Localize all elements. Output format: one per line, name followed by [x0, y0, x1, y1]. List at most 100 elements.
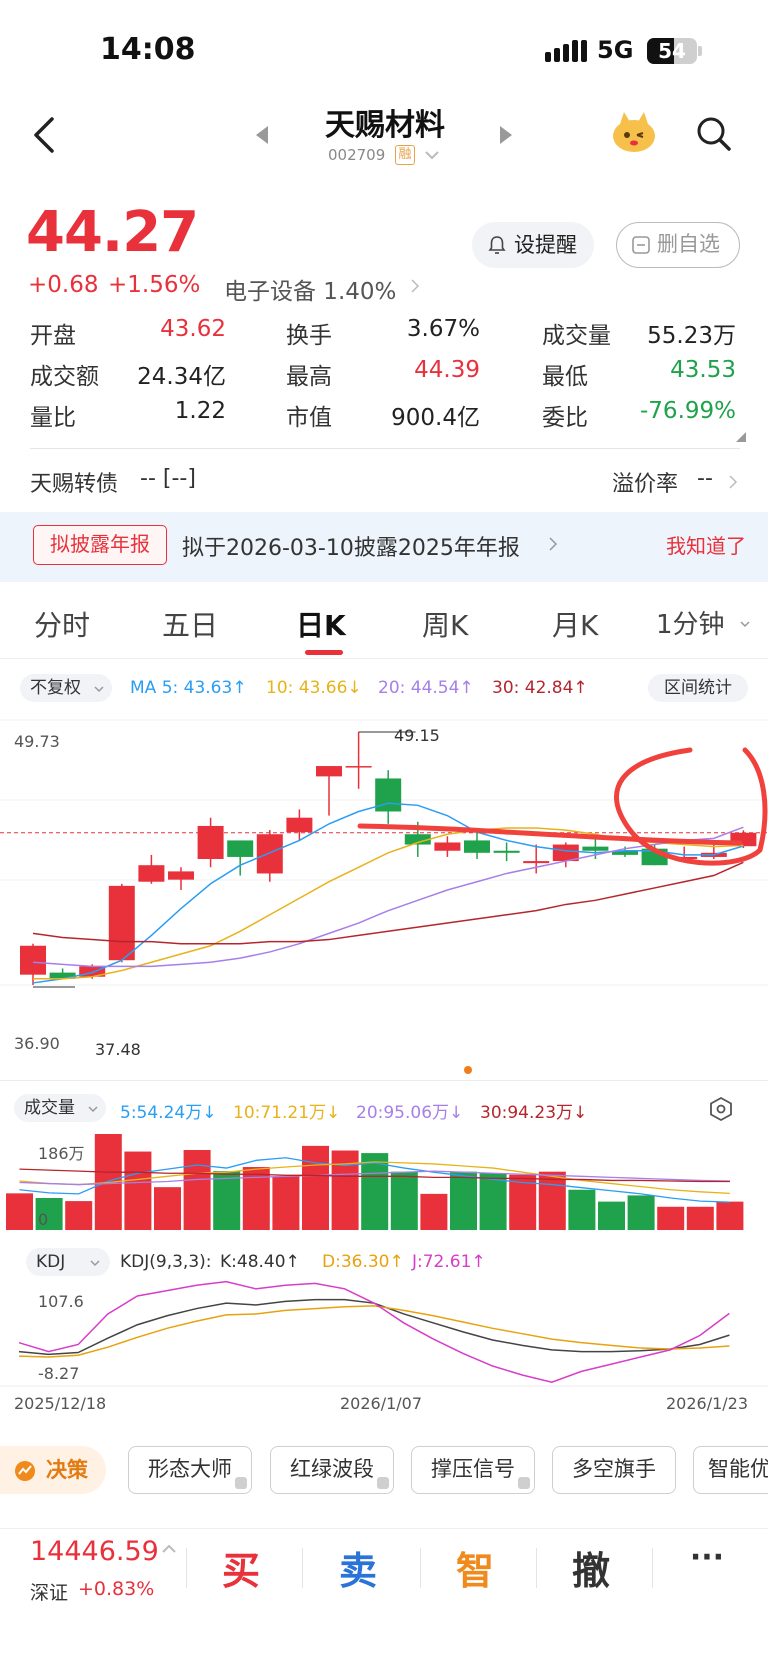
- candle-body: [434, 842, 461, 851]
- margin-badge: 融: [395, 145, 415, 165]
- volume-bar: [65, 1201, 93, 1230]
- stat-label: 最低: [542, 364, 588, 390]
- search-icon[interactable]: [696, 116, 732, 152]
- volume-bar: [213, 1171, 241, 1230]
- divider: [0, 1080, 768, 1081]
- candlestick-chart[interactable]: [0, 700, 768, 1070]
- y-axis-top-label: 49.73: [14, 732, 60, 751]
- smart-button[interactable]: 智: [440, 1540, 510, 1595]
- tool-long-short[interactable]: 多空旗手: [552, 1446, 676, 1494]
- vol-ma10-value: 10:71.21万↓: [233, 1103, 341, 1123]
- stat-label: 开盘: [30, 323, 76, 349]
- tool-pattern-master[interactable]: 形态大师: [128, 1446, 252, 1494]
- chevron-right-icon[interactable]: [728, 474, 738, 490]
- tab-intraday[interactable]: 分时: [34, 604, 90, 644]
- chevron-down-icon: [90, 1260, 100, 1267]
- kdj-j-value: J:72.61↑: [412, 1252, 486, 1272]
- lock-icon: [235, 1477, 247, 1489]
- tab-monthly-k[interactable]: 月K: [552, 604, 598, 644]
- battery-percent: 54: [658, 39, 686, 63]
- volume-bar: [450, 1171, 477, 1230]
- candle-body: [138, 865, 165, 882]
- stat-label: 成交额: [30, 364, 99, 390]
- stat-label: 换手: [286, 323, 332, 349]
- chevron-right-icon: [549, 537, 558, 551]
- tab-daily-k[interactable]: 日K: [296, 604, 346, 644]
- chevron-down-icon: [94, 686, 104, 693]
- stat-label: 委比: [542, 405, 588, 431]
- ma5-line: [32, 802, 744, 984]
- stat-value: 24.34亿: [137, 364, 226, 390]
- volume-bar: [657, 1206, 685, 1230]
- volume-y-top-label: 186万: [38, 1144, 85, 1163]
- candle-body: [345, 766, 372, 768]
- vol-ma5-value: 5:54.24万↓: [120, 1103, 217, 1123]
- tab-five-day[interactable]: 五日: [162, 604, 218, 644]
- volume-chart[interactable]: [0, 1130, 768, 1230]
- strategy-icon: [15, 1461, 35, 1481]
- tab-weekly-k[interactable]: 周K: [422, 604, 468, 644]
- divider: [652, 1548, 653, 1588]
- volume-bar: [479, 1173, 507, 1230]
- vol-ma30-value: 30:94.23万↓: [480, 1103, 588, 1123]
- volume-bar: [183, 1150, 211, 1230]
- vol-ma20-value: 20:95.06万↓: [356, 1103, 464, 1123]
- range-stats-button[interactable]: 区间统计: [648, 674, 748, 702]
- low-marker-label: 37.48: [95, 1040, 141, 1059]
- tool-red-green-band[interactable]: 红绿波段: [270, 1446, 394, 1494]
- network-type: 5G: [597, 36, 634, 64]
- index-name: 深证: [30, 1582, 69, 1604]
- high-marker-label: 49.15: [394, 726, 440, 745]
- settings-hexagon-icon[interactable]: [708, 1096, 734, 1122]
- kdj-y-bottom-label: -8.27: [38, 1364, 80, 1383]
- chevron-up-icon[interactable]: [162, 1544, 176, 1554]
- kdj-selector-label: KDJ: [36, 1252, 66, 1272]
- date-label-mid: 2026/1/07: [340, 1394, 423, 1413]
- lock-icon: [518, 1477, 530, 1489]
- current-price: 44.27: [26, 200, 199, 265]
- page-indicator-dot: [464, 1066, 472, 1074]
- tool-smart[interactable]: 智能优: [693, 1446, 768, 1494]
- stat-value: 44.39: [414, 357, 480, 383]
- banner-dismiss-button[interactable]: 我知道了: [666, 530, 746, 559]
- stat-value: 3.67%: [406, 316, 480, 342]
- kdj-chart[interactable]: [0, 1270, 768, 1390]
- stat-value: 43.62: [160, 316, 226, 342]
- tool-label: 智能优: [708, 1457, 768, 1481]
- kdj-k-value: K:48.40↑: [220, 1252, 300, 1272]
- battery-icon: 54: [647, 38, 697, 64]
- tool-label: 多空旗手: [572, 1457, 656, 1481]
- volume-bar: [686, 1206, 714, 1230]
- sector-link[interactable]: 电子设备 1.40%: [224, 272, 396, 306]
- chevron-down-icon[interactable]: [740, 620, 750, 628]
- back-arrow-icon[interactable]: [32, 115, 56, 155]
- sell-button[interactable]: 卖: [323, 1540, 393, 1595]
- volume-bar: [272, 1176, 300, 1230]
- mascot-icon[interactable]: [610, 110, 658, 154]
- candle-body: [493, 850, 520, 853]
- banner-tag: 拟披露年报: [33, 525, 167, 565]
- stat-label: 最高: [286, 364, 332, 390]
- next-stock-icon[interactable]: [500, 126, 512, 144]
- kdj-y-top-label: 107.6: [38, 1292, 84, 1311]
- index-value[interactable]: 14446.59: [30, 1536, 159, 1567]
- tool-support-resistance[interactable]: 撑压信号: [411, 1446, 535, 1494]
- buy-button[interactable]: 买: [206, 1540, 276, 1595]
- chevron-right-icon: [411, 279, 420, 293]
- cancel-order-button[interactable]: 撤: [556, 1540, 626, 1595]
- more-button[interactable]: ···: [672, 1540, 742, 1575]
- bell-icon: [488, 236, 506, 254]
- ma5-value: MA 5: 43.63↑: [130, 678, 247, 698]
- banner-text[interactable]: 拟于2026-03-10披露2025年年报: [182, 530, 520, 562]
- adjust-label: 不复权: [30, 678, 81, 698]
- chevron-down-icon: [88, 1106, 98, 1113]
- candle-body: [286, 817, 313, 833]
- expand-corner-icon[interactable]: [736, 432, 746, 442]
- prev-stock-icon[interactable]: [256, 126, 268, 144]
- volume-bar: [627, 1195, 655, 1230]
- chevron-down-icon[interactable]: [425, 150, 439, 160]
- convertible-bond-value: -- [--]: [140, 466, 196, 491]
- tab-one-minute[interactable]: 1分钟: [656, 604, 725, 641]
- candle-body: [108, 885, 135, 961]
- date-label-end: 2026/1/23: [666, 1394, 749, 1413]
